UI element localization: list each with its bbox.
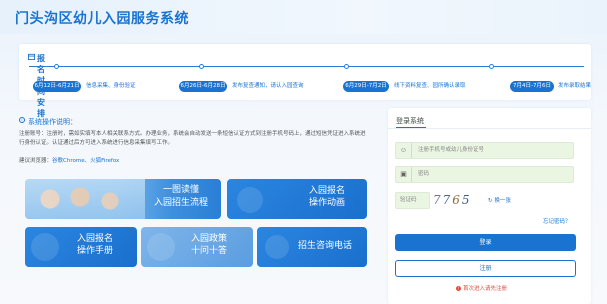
register-button[interactable]: 注册: [395, 260, 576, 277]
captcha-digit: 5: [461, 193, 472, 207]
tile-enrollment-hotline-label: 招生咨询电话: [297, 241, 352, 251]
tile-enrollment-hotline[interactable]: 招生咨询电话: [257, 227, 367, 267]
captcha-image[interactable]: 7765: [433, 191, 473, 209]
operations-text: 注册账号：注册时，需如实填写本人相关联系方式。办理业务，系统会自动发送一条短信认…: [19, 131, 366, 146]
phase-1-dates: 6月12日-6月21日: [33, 81, 81, 92]
phase-1-desc: 信息采集、身份验证: [86, 83, 136, 89]
info-icon: i: [19, 117, 25, 123]
browser-links[interactable]: 谷歌Chrome、火狐Firefox: [52, 158, 119, 164]
tile-operation-animation[interactable]: 入园报名 操作动画: [227, 179, 367, 219]
children-photo: [25, 179, 145, 219]
timeline-dot: [344, 64, 349, 69]
timeline-line: [29, 66, 584, 67]
decorative-circle: [265, 235, 289, 259]
password-placeholder: 密码: [418, 171, 430, 177]
tile-policy-qa-line2: 十问十答: [190, 246, 227, 256]
site-header: 门头沟区幼儿入园服务系统: [0, 0, 607, 34]
tile-policy-qa[interactable]: 入园政策 十问十答: [141, 227, 253, 267]
tile-admission-process-line2: 入园招生流程: [153, 198, 208, 208]
tile-policy-qa-line1: 入园政策: [190, 234, 227, 244]
tile-operation-manual[interactable]: 入园报名 操作手册: [25, 227, 137, 267]
captcha-digit: 6: [452, 193, 462, 207]
site-title: 门头沟区幼儿入园服务系统: [15, 11, 189, 27]
timeline-dot: [54, 64, 59, 69]
phase-3-dates: 6月29日-7月2日: [343, 81, 389, 92]
decorative-circle: [237, 187, 263, 213]
password-field[interactable]: ▣ 密码: [395, 166, 574, 183]
username-placeholder: 注册手机号或幼儿身份证号: [418, 147, 485, 153]
first-visit-note-text: 首次进入请先注册: [463, 286, 508, 292]
operations-panel: i 系统操作说明： 注册账号：注册时，需如实填写本人相关联系方式。办理业务，系统…: [19, 108, 376, 304]
phase-4-desc: 发布录取结果: [558, 83, 592, 89]
username-field[interactable]: ☺ 注册手机号或幼儿身份证号: [395, 142, 574, 159]
forgot-password-link[interactable]: 忘记密码？: [543, 217, 571, 225]
login-card: 登录系统 ☺ 注册手机号或幼儿身份证号 ▣ 密码 验证码 7765 ↻ 换一张 …: [388, 108, 591, 304]
browser-prefix: 建议浏览器：: [19, 158, 53, 164]
tile-operation-animation-line1: 入园报名: [308, 186, 345, 196]
refresh-captcha-link[interactable]: ↻ 换一张: [488, 196, 511, 204]
login-divider: [388, 128, 591, 129]
login-title: 登录系统: [396, 117, 424, 125]
calendar-icon: [28, 53, 35, 60]
warning-icon: !: [456, 286, 461, 291]
tile-operation-manual-line1: 入园报名: [76, 234, 113, 244]
tile-operation-animation-line2: 操作动画: [308, 198, 345, 208]
phase-2-desc: 发布复查通知，请认入园查询: [232, 83, 304, 89]
phase-4-dates: 7月4日-7月6日: [510, 81, 554, 92]
browser-recommendation: 建议浏览器：谷歌Chrome、火狐Firefox: [19, 156, 119, 164]
phase-3-desc: 线下资料复查、园所确认录取: [394, 83, 466, 89]
tile-admission-process[interactable]: 一图读懂 入园招生流程: [25, 179, 221, 219]
tile-operation-manual-line2: 操作手册: [76, 246, 113, 256]
refresh-icon: ↻: [488, 198, 493, 204]
captcha-digit: 7: [433, 193, 443, 207]
first-visit-note: ! 首次进入请先注册: [456, 284, 507, 292]
tile-admission-process-line1: 一图读懂: [162, 185, 199, 195]
user-icon: ☺: [396, 143, 412, 158]
lock-icon: ▣: [396, 167, 412, 182]
captcha-digit: 7: [442, 193, 453, 207]
operations-title: 系统操作说明：: [28, 118, 77, 126]
captcha-input[interactable]: 验证码: [395, 192, 430, 209]
refresh-label: 换一张: [494, 198, 511, 204]
phase-2-dates: 6月26日-6月28日: [179, 81, 227, 92]
schedule-card: 报名时间安排 6月12日-6月21日 信息采集、身份验证 6月26日-6月28日…: [19, 44, 592, 118]
login-button[interactable]: 登录: [395, 234, 576, 251]
timeline-dot: [199, 64, 204, 69]
timeline-dot: [489, 64, 494, 69]
